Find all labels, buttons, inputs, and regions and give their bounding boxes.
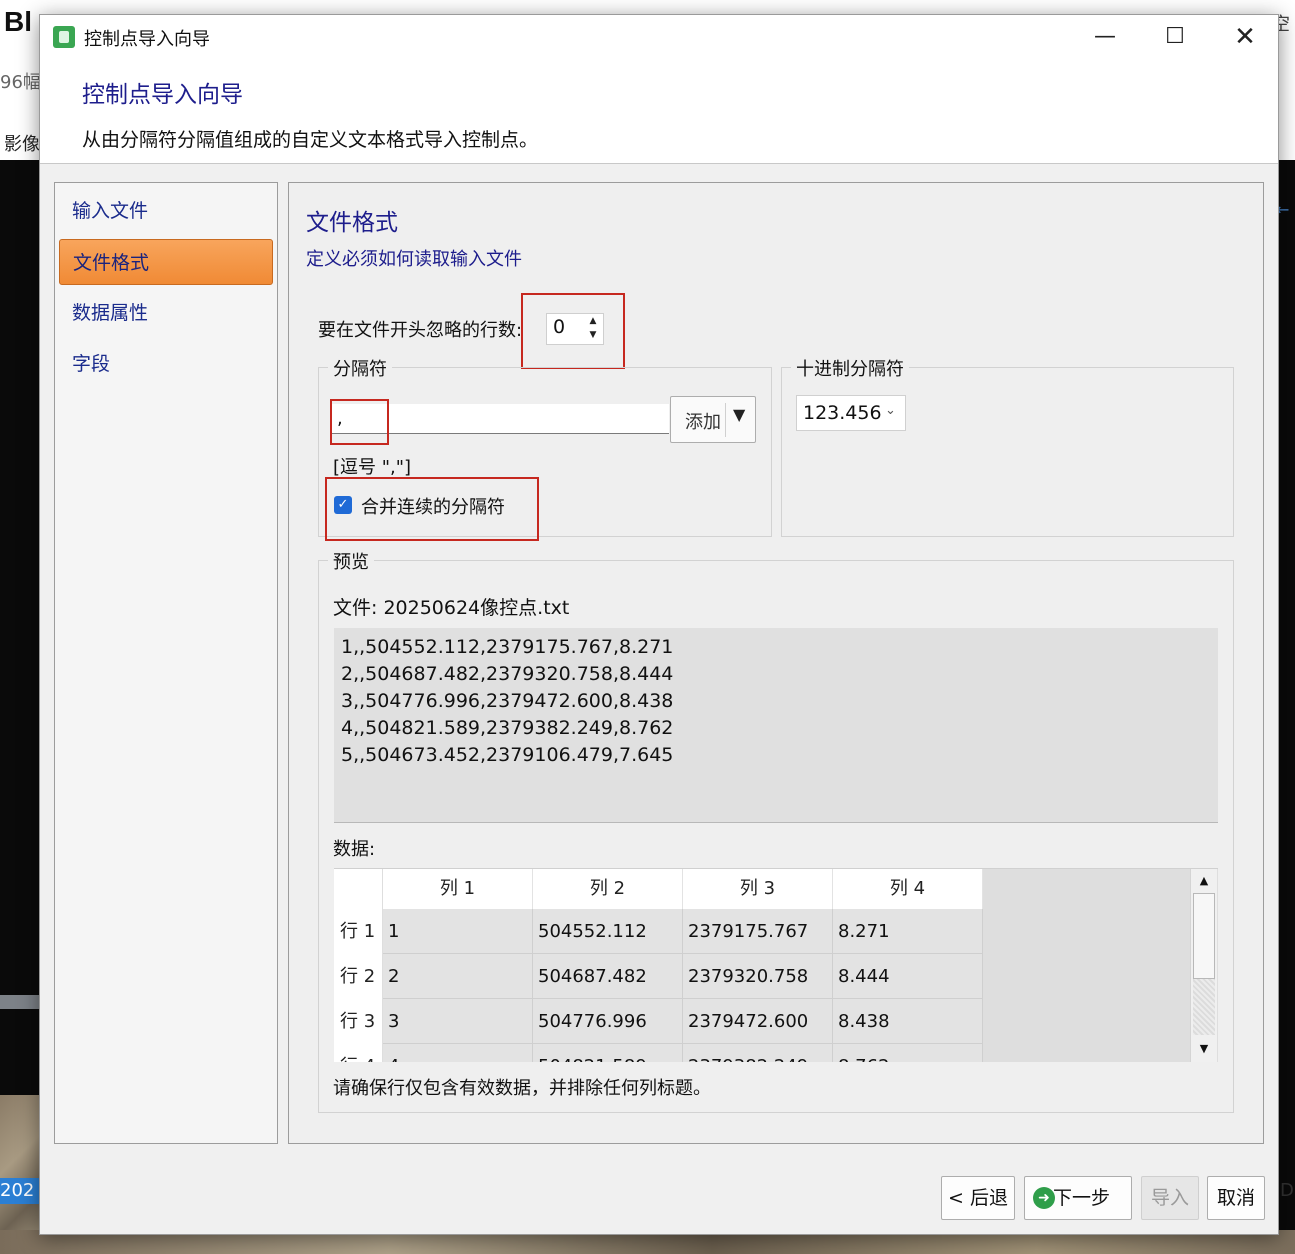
scroll-thumb[interactable] [1193, 893, 1215, 979]
file-format-panel: 文件格式 定义必须如何读取输入文件 要在文件开头忽略的行数: 0 ▲ ▼ 分隔符… [288, 182, 1264, 1144]
app-icon [53, 26, 75, 48]
dropdown-arrow-icon[interactable]: ▼ [733, 405, 745, 424]
preview-line: 2,,504687.482,2379320.758,8.444 [341, 663, 674, 685]
table-cell[interactable]: 2379320.758 [683, 954, 833, 999]
add-separator-label: 添加 [685, 412, 721, 433]
preview-line: 3,,504776.996,2379472.600,8.438 [341, 690, 674, 712]
table-cell[interactable]: 2379382.249 [683, 1044, 833, 1062]
highlight-box-separator [330, 399, 389, 445]
row-header[interactable]: 行 3 [334, 999, 382, 1044]
background-right-bottom-label: D [1280, 1180, 1294, 1201]
row-header[interactable]: 行 4 [334, 1044, 382, 1062]
table-vertical-scrollbar[interactable]: ▲ ▼ [1190, 869, 1217, 1062]
wizard-steps-nav: 输入文件 文件格式 数据属性 字段 [54, 182, 278, 1144]
highlight-box-merge [325, 477, 539, 541]
column-header[interactable]: 列 4 [833, 869, 983, 909]
column-header[interactable]: 列 3 [683, 869, 833, 909]
preview-text-area[interactable]: 1,,504552.112,2379175.767,8.271 2,,50468… [334, 628, 1218, 823]
title-bar: 控制点导入向导 — ☐ ✕ [40, 15, 1278, 59]
separator-group-label: 分隔符 [328, 355, 392, 381]
preview-line: 1,,504552.112,2379175.767,8.271 [341, 636, 674, 658]
table-cell[interactable]: 504821.589 [533, 1044, 683, 1062]
window-title: 控制点导入向导 [84, 29, 210, 50]
arrow-right-icon: ➜ [1033, 1187, 1055, 1209]
next-button-label: 下一步 [1053, 1187, 1111, 1209]
separator-hint: [逗号 ","] [333, 457, 412, 478]
data-table[interactable]: 列 1 列 2 列 3 列 4 行 1 1 504552.112 2379175… [334, 868, 1218, 1062]
next-button[interactable]: ➜ 下一步 [1024, 1176, 1132, 1220]
table-cell[interactable]: 4 [383, 1044, 533, 1062]
background-image-count: 96幅 [0, 72, 41, 93]
column-header[interactable]: 列 1 [383, 869, 533, 909]
preview-line: 4,,504821.589,2379382.249,8.762 [341, 717, 674, 739]
add-button-divider [725, 403, 726, 437]
table-cell[interactable]: 8.762 [833, 1044, 983, 1062]
row-header[interactable]: 行 1 [334, 909, 382, 954]
decimal-separator-group [781, 367, 1234, 537]
step-fields[interactable]: 字段 [59, 341, 273, 387]
close-button[interactable]: ✕ [1210, 15, 1280, 59]
back-button[interactable]: < 后退 [941, 1176, 1015, 1220]
row-header[interactable]: 行 2 [334, 954, 382, 999]
wizard-header: 控制点导入向导 从由分隔符分隔值组成的自定义文本格式导入控制点。 [40, 59, 1278, 164]
table-cell[interactable]: 1 [383, 909, 533, 954]
import-wizard-dialog: 控制点导入向导 — ☐ ✕ 控制点导入向导 从由分隔符分隔值组成的自定义文本格式… [39, 14, 1279, 1235]
preview-line: 5,,504673.452,2379106.479,7.645 [341, 744, 674, 766]
decimal-separator-select[interactable]: 123.456 ⌄ [796, 395, 906, 431]
table-cell[interactable]: 8.444 [833, 954, 983, 999]
column-header[interactable]: 列 2 [533, 869, 683, 909]
decimal-separator-label: 十进制分隔符 [791, 355, 909, 381]
scroll-track[interactable] [1193, 979, 1215, 1035]
table-cell[interactable]: 2 [383, 954, 533, 999]
maximize-button[interactable]: ☐ [1140, 15, 1210, 59]
background-strip [0, 995, 40, 1009]
background-app-title: Bl [4, 6, 32, 37]
table-cell[interactable]: 2379472.600 [683, 999, 833, 1044]
scroll-up-icon[interactable]: ▲ [1191, 869, 1217, 893]
table-cell[interactable]: 504687.482 [533, 954, 683, 999]
table-cell[interactable]: 8.271 [833, 909, 983, 954]
table-cell[interactable]: 2379175.767 [683, 909, 833, 954]
table-cell[interactable]: 3 [383, 999, 533, 1044]
data-table-label: 数据: [333, 839, 376, 860]
cancel-button[interactable]: 取消 [1207, 1176, 1265, 1220]
table-cell[interactable]: 504776.996 [533, 999, 683, 1044]
background-tab[interactable]: 影像 [4, 130, 40, 156]
table-cell[interactable]: 8.438 [833, 999, 983, 1044]
add-separator-button[interactable]: 添加 ▼ [670, 396, 756, 443]
minimize-button[interactable]: — [1070, 15, 1140, 59]
skip-lines-label: 要在文件开头忽略的行数: [318, 320, 523, 341]
data-validity-note: 请确保行仅包含有效数据，并排除任何列标题。 [333, 1078, 711, 1099]
chevron-down-icon: ⌄ [885, 403, 896, 418]
step-data-properties[interactable]: 数据属性 [59, 290, 273, 336]
section-title: 文件格式 [306, 210, 398, 236]
section-description: 定义必须如何读取输入文件 [306, 249, 522, 270]
table-corner [334, 869, 382, 909]
preview-group-label: 预览 [328, 548, 374, 574]
step-file-format[interactable]: 文件格式 [59, 239, 273, 285]
highlight-box-skip-lines [521, 293, 625, 369]
wizard-title: 控制点导入向导 [82, 82, 243, 108]
decimal-separator-value: 123.456 [803, 402, 882, 424]
table-cell[interactable]: 504552.112 [533, 909, 683, 954]
background-selected-item: 202 [0, 1178, 40, 1204]
wizard-description: 从由分隔符分隔值组成的自定义文本格式导入控制点。 [82, 129, 539, 151]
step-input-file[interactable]: 输入文件 [59, 188, 273, 234]
import-button[interactable]: 导入 [1141, 1176, 1199, 1220]
preview-file-name: 文件: 20250624像控点.txt [333, 597, 570, 619]
background-map-left [0, 160, 40, 1254]
scroll-down-icon[interactable]: ▼ [1191, 1037, 1217, 1061]
